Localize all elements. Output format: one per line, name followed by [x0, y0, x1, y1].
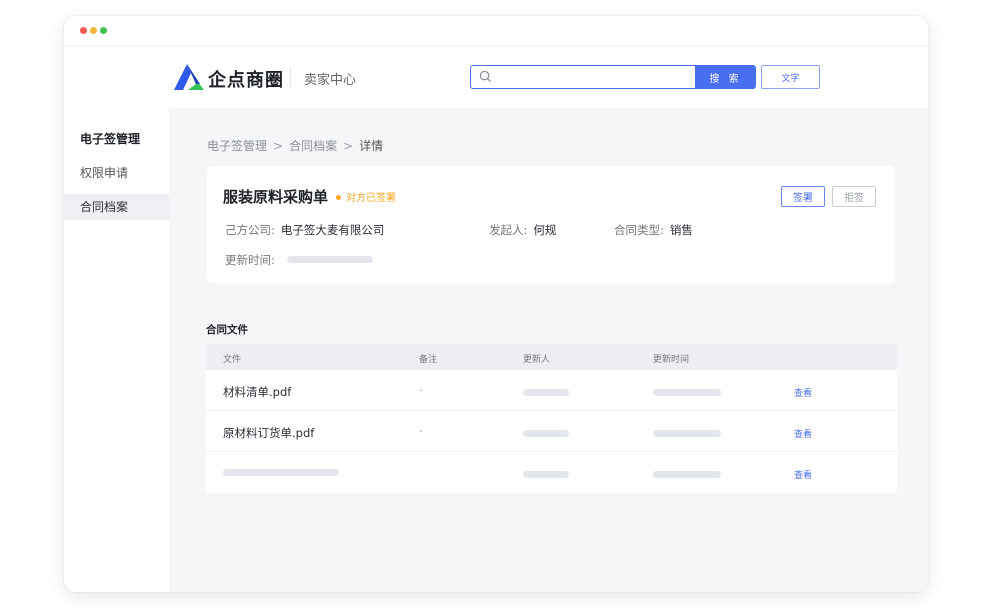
text-button[interactable]: 文字: [761, 65, 820, 89]
contract-summary-card: 服装原料采购单 对方已签署 签署 拒签 己方公司: 电子签大麦有限公司 发起人: 何…: [207, 166, 895, 283]
window-maximize-dot[interactable]: [100, 27, 107, 34]
column-header-file: 文件: [223, 355, 242, 365]
breadcrumb-item-current: 详情: [359, 139, 384, 153]
initiator-value: 何规: [533, 223, 557, 237]
window-close-dot[interactable]: [80, 27, 87, 34]
browser-window: 企点商圈 卖家中心 搜 索 文字 电子签管理 权限申请 合同档案 电子签管理 > 合…: [64, 16, 928, 592]
window-titlebar: [64, 16, 928, 46]
view-link[interactable]: 查看: [794, 386, 812, 399]
column-header-note: 备注: [419, 355, 438, 365]
company-label: 己方公司:: [225, 223, 275, 237]
contract-type-value: 销售: [669, 223, 693, 237]
sidebar: 电子签管理 权限申请 合同档案: [64, 108, 169, 592]
brand-logo-icon: [174, 64, 204, 90]
breadcrumb-item-archive[interactable]: 合同档案: [289, 139, 337, 153]
brand-name: 企点商圈: [208, 70, 284, 91]
sidebar-title: 电子签管理: [80, 132, 141, 146]
search-input[interactable]: [497, 67, 687, 87]
window-minimize-dot[interactable]: [90, 27, 97, 34]
view-link[interactable]: 查看: [794, 468, 812, 481]
sidebar-item-contract-archive[interactable]: 合同档案: [64, 194, 169, 220]
table-header: 文件 备注 更新人 更新时间: [206, 344, 897, 370]
search-icon: [479, 70, 492, 83]
files-section-title: 合同文件: [206, 324, 248, 336]
breadcrumb-item-esign[interactable]: 电子签管理: [207, 139, 267, 153]
initiator-label: 发起人:: [489, 223, 528, 237]
updater-placeholder: [523, 389, 569, 396]
updated-time-placeholder: [653, 389, 721, 396]
updater-placeholder: [523, 471, 569, 478]
chevron-right-icon: >: [273, 139, 284, 153]
status-badge: 对方已签署: [336, 189, 396, 204]
contract-type-field: 合同类型: 销售: [614, 222, 693, 238]
table-row: 材料清单.pdf - 查看: [206, 370, 897, 411]
file-note: -: [419, 426, 423, 437]
seller-center-label: 卖家中心: [304, 73, 357, 88]
search-button[interactable]: 搜 索: [695, 65, 756, 89]
initiator-field: 发起人: 何规: [489, 222, 556, 238]
contract-title: 服装原料采购单: [223, 188, 329, 206]
file-name: 材料清单.pdf: [223, 385, 292, 399]
chevron-right-icon: >: [343, 139, 354, 153]
file-note: -: [419, 385, 423, 396]
company-value: 电子签大麦有限公司: [280, 223, 385, 237]
top-header: 企点商圈 卖家中心 搜 索 文字: [64, 46, 928, 108]
header-divider: [290, 66, 291, 88]
status-dot-icon: [336, 194, 341, 200]
contract-type-label: 合同类型:: [614, 223, 664, 237]
updated-time-label: 更新时间:: [225, 253, 275, 267]
updated-time-field: 更新时间:: [225, 252, 373, 268]
file-name-placeholder: [223, 469, 339, 476]
company-field: 己方公司: 电子签大麦有限公司: [225, 222, 384, 238]
updated-time-placeholder: [286, 256, 373, 263]
breadcrumb: 电子签管理 > 合同档案 > 详情: [207, 137, 383, 154]
updated-time-placeholder: [653, 430, 721, 437]
main-content: 电子签管理 > 合同档案 > 详情 服装原料采购单 对方已签署 签署 拒签 己方公司: 电…: [169, 108, 928, 592]
file-name: 原材料订货单.pdf: [223, 426, 315, 440]
table-row: 原材料订货单.pdf - 查看: [206, 411, 897, 452]
column-header-updated-time: 更新时间: [653, 355, 690, 365]
view-link[interactable]: 查看: [794, 427, 812, 440]
table-row: 查看: [206, 452, 897, 493]
updated-time-placeholder: [653, 471, 721, 478]
sidebar-item-permission-request[interactable]: 权限申请: [64, 160, 169, 186]
search-box: [470, 65, 695, 89]
files-table: 文件 备注 更新人 更新时间 材料清单.pdf - 查看 原材料订货单.pdf …: [206, 344, 897, 493]
status-text: 对方已签署: [346, 193, 396, 204]
updater-placeholder: [523, 430, 569, 437]
reject-button[interactable]: 拒签: [832, 186, 876, 207]
column-header-updater: 更新人: [523, 355, 551, 365]
sign-button[interactable]: 签署: [781, 186, 825, 207]
